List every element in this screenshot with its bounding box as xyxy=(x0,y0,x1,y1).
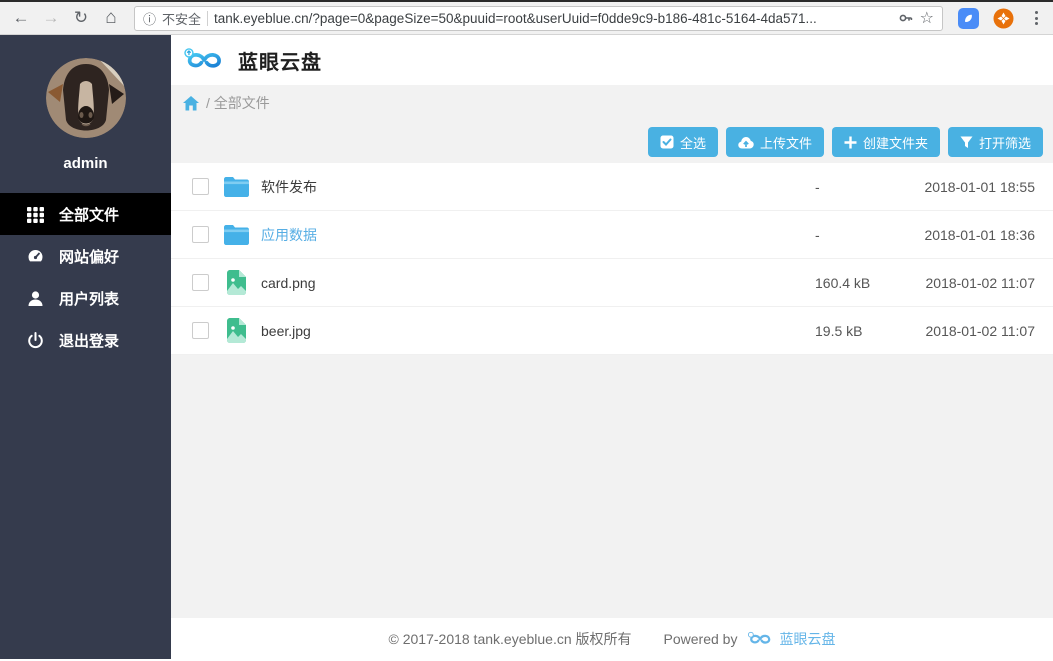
file-table: 软件发布 - 2018-01-01 18:55 应用数据 - 2018-01-0… xyxy=(171,163,1053,355)
back-icon[interactable]: ← xyxy=(8,5,34,31)
plus-icon xyxy=(844,136,857,149)
content-filler xyxy=(171,355,1053,618)
file-size: - xyxy=(815,227,885,243)
file-date: 2018-01-01 18:36 xyxy=(885,227,1035,243)
open-filter-button[interactable]: 打开筛选 xyxy=(948,127,1043,157)
upload-file-button[interactable]: 上传文件 xyxy=(726,127,824,157)
cloud-upload-icon xyxy=(738,136,754,149)
main-content: 蓝眼云盘 / 全部文件 全选 上传文件 xyxy=(171,35,1053,659)
breadcrumb: / 全部文件 xyxy=(171,85,1053,121)
file-size: - xyxy=(815,179,885,195)
user-icon xyxy=(27,290,44,307)
action-toolbar: 全选 上传文件 创建文件夹 打开筛选 xyxy=(171,121,1053,163)
power-icon xyxy=(27,332,44,349)
browser-menu-icon[interactable] xyxy=(1027,7,1045,29)
folder-icon xyxy=(223,176,250,198)
sidebar-item-label: 全部文件 xyxy=(59,204,119,225)
check-square-icon xyxy=(660,135,674,149)
dashboard-icon xyxy=(27,248,44,265)
file-size: 160.4 kB xyxy=(815,275,885,291)
username: admin xyxy=(63,155,107,172)
button-label: 打开筛选 xyxy=(979,133,1031,152)
info-icon[interactable]: ⓘ xyxy=(143,9,156,28)
app-window: admin 全部文件 网站偏好 用户列表 xyxy=(0,35,1053,659)
url-text[interactable]: tank.eyeblue.cn/?page=0&pageSize=50&puui… xyxy=(214,11,892,26)
sidebar-item-all-files[interactable]: 全部文件 xyxy=(0,193,171,235)
app-footer: © 2017-2018 tank.eyeblue.cn 版权所有 Powered… xyxy=(171,618,1053,659)
url-separator xyxy=(207,11,208,26)
sidebar-item-label: 用户列表 xyxy=(59,288,119,309)
row-checkbox[interactable] xyxy=(192,226,209,243)
filter-icon xyxy=(960,136,973,149)
select-all-button[interactable]: 全选 xyxy=(648,127,718,157)
avatar[interactable] xyxy=(46,58,126,138)
table-row[interactable]: 应用数据 - 2018-01-01 18:36 xyxy=(171,211,1053,259)
sidebar-menu: 全部文件 网站偏好 用户列表 退出登录 xyxy=(0,193,171,361)
row-checkbox[interactable] xyxy=(192,178,209,195)
sidebar-item-label: 网站偏好 xyxy=(59,246,119,267)
browser-toolbar: ← → ↻ ⌂ ⓘ 不安全 tank.eyeblue.cn/?page=0&pa… xyxy=(0,0,1053,35)
file-date: 2018-01-02 11:07 xyxy=(885,275,1035,291)
image-file-icon xyxy=(223,318,250,343)
address-bar[interactable]: ⓘ 不安全 tank.eyeblue.cn/?page=0&pageSize=5… xyxy=(134,6,943,31)
breadcrumb-home-icon[interactable] xyxy=(183,96,199,111)
app-header: 蓝眼云盘 xyxy=(171,35,1053,85)
button-label: 上传文件 xyxy=(760,133,812,152)
image-file-icon xyxy=(223,270,250,295)
file-size: 19.5 kB xyxy=(815,323,885,339)
folder-icon xyxy=(223,224,250,246)
grid-icon xyxy=(27,206,44,223)
sidebar-item-user-list[interactable]: 用户列表 xyxy=(0,277,171,319)
sidebar-item-label: 退出登录 xyxy=(59,330,119,351)
button-label: 创建文件夹 xyxy=(863,133,928,152)
sidebar: admin 全部文件 网站偏好 用户列表 xyxy=(0,35,171,659)
password-key-icon[interactable] xyxy=(898,10,914,26)
file-name[interactable]: card.png xyxy=(261,275,815,291)
app-logo-icon xyxy=(181,45,227,75)
forward-icon[interactable]: → xyxy=(38,5,64,31)
sidebar-item-logout[interactable]: 退出登录 xyxy=(0,319,171,361)
row-checkbox[interactable] xyxy=(192,274,209,291)
bookmark-star-icon[interactable]: ☆ xyxy=(920,8,934,28)
footer-brand-link[interactable]: 蓝眼云盘 xyxy=(746,629,835,649)
file-date: 2018-01-01 18:55 xyxy=(885,179,1035,195)
row-checkbox[interactable] xyxy=(192,322,209,339)
copyright-text: © 2017-2018 tank.eyeblue.cn 版权所有 xyxy=(389,629,632,649)
table-row[interactable]: beer.jpg 19.5 kB 2018-01-02 11:07 xyxy=(171,307,1053,355)
extension-blue-icon[interactable] xyxy=(958,8,979,29)
footer-brand-text: 蓝眼云盘 xyxy=(779,629,835,649)
breadcrumb-path[interactable]: / 全部文件 xyxy=(206,93,270,113)
extension-orange-icon[interactable] xyxy=(993,8,1014,29)
file-name[interactable]: 软件发布 xyxy=(261,177,815,197)
file-date: 2018-01-02 11:07 xyxy=(885,323,1035,339)
page-title: 蓝眼云盘 xyxy=(238,46,322,75)
create-folder-button[interactable]: 创建文件夹 xyxy=(832,127,940,157)
sidebar-item-site-preferences[interactable]: 网站偏好 xyxy=(0,235,171,277)
button-label: 全选 xyxy=(680,133,706,152)
home-icon-browser[interactable]: ⌂ xyxy=(98,5,124,31)
table-row[interactable]: 软件发布 - 2018-01-01 18:55 xyxy=(171,163,1053,211)
security-label: 不安全 xyxy=(162,9,201,28)
file-name[interactable]: beer.jpg xyxy=(261,323,815,339)
powered-by-text: Powered by xyxy=(664,631,738,647)
file-name[interactable]: 应用数据 xyxy=(261,225,815,245)
table-row[interactable]: card.png 160.4 kB 2018-01-02 11:07 xyxy=(171,259,1053,307)
reload-icon[interactable]: ↻ xyxy=(68,5,94,31)
